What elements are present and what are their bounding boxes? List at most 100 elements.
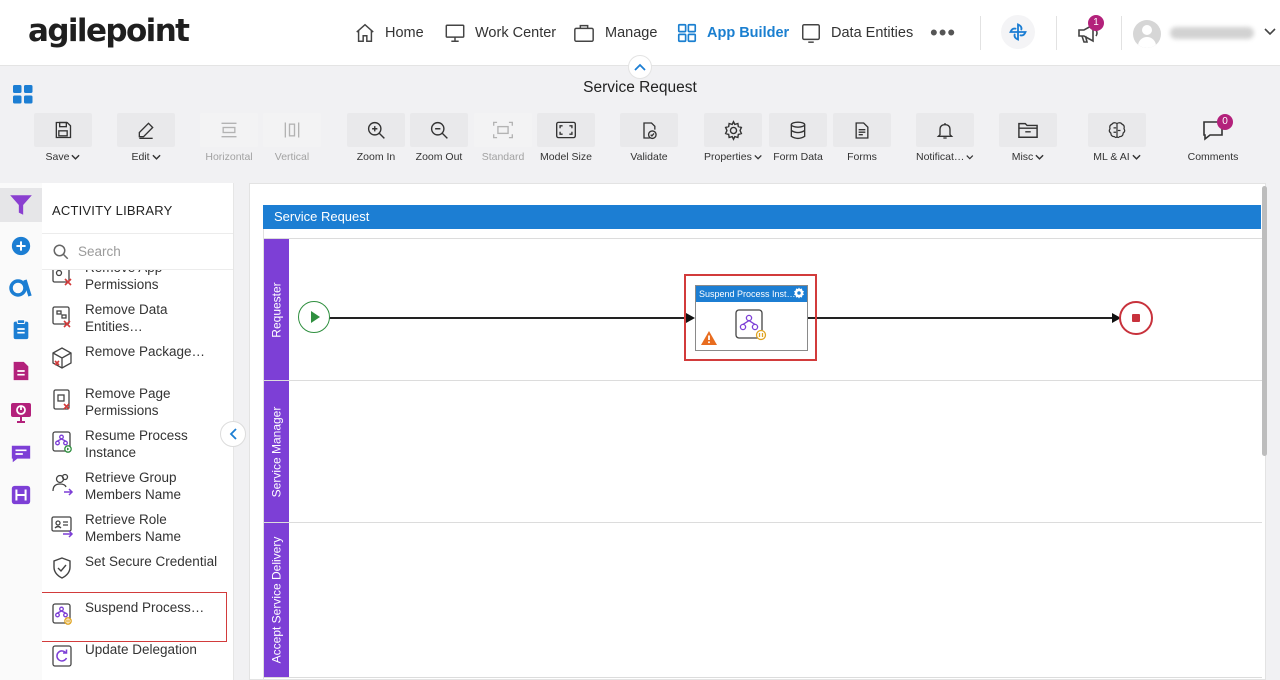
activity-label: Remove Data Entities… (85, 302, 168, 334)
collapse-header-button[interactable] (628, 55, 652, 79)
lane-label[interactable]: Service Manager (264, 381, 289, 522)
activity-retrieve-group-members-name[interactable]: Retrieve Group Members Name (42, 468, 233, 510)
gear-icon[interactable] (793, 287, 805, 299)
chevron-down-icon (754, 154, 762, 160)
activity-label: Remove Page Permissions (85, 386, 171, 418)
nav-work-center[interactable]: Work Center (444, 20, 556, 46)
form-document-icon (855, 121, 869, 139)
gear-icon (724, 119, 742, 141)
toolbar-horizontal-button[interactable]: Horizontal (200, 113, 258, 163)
activity-label: Retrieve Role Members Name (85, 512, 182, 544)
message-icon (11, 445, 31, 463)
activity-remove-data-entities[interactable]: Remove Data Entities… (42, 300, 233, 342)
rail-reports[interactable] (0, 395, 42, 429)
chevron-left-icon (229, 428, 237, 440)
rail-integration[interactable] (0, 478, 42, 512)
activity-search-box[interactable] (42, 233, 233, 270)
toolbar-standard-label: Standard (481, 151, 525, 163)
rail-messages[interactable] (0, 437, 42, 471)
toolbar-model-size-button[interactable]: Model Size (537, 113, 595, 163)
nav-app-builder[interactable]: App Builder (676, 20, 789, 46)
update-delegation-icon (52, 645, 72, 667)
toolbar-properties-button[interactable]: Properties (704, 113, 762, 163)
chevron-down-icon[interactable] (1264, 27, 1276, 37)
activity-set-secure-credential[interactable]: Set Secure Credential (42, 552, 233, 594)
lane-service-manager[interactable]: Service Manager (264, 381, 1262, 523)
toolbar-form-data-button[interactable]: Form Data (769, 113, 827, 163)
rail-activity-library[interactable] (0, 188, 42, 222)
toolbar-zoom-out-button[interactable]: Zoom Out (410, 113, 468, 163)
toolbar-model-size-label: Model Size (540, 151, 592, 163)
activity-label: Remove Package… (85, 344, 206, 359)
retrieve-group-members-icon (52, 473, 74, 496)
validate-icon (643, 121, 657, 139)
funnel-icon (10, 195, 32, 215)
rail-add[interactable] (0, 229, 42, 263)
secure-credential-icon (53, 557, 71, 579)
notification-badge: 1 (1088, 15, 1104, 31)
document-icon (13, 361, 29, 381)
presentation-chart-icon (11, 403, 31, 423)
bell-icon (936, 122, 954, 139)
toolbar-comments-button[interactable]: Comments (1184, 113, 1242, 163)
toolbar-validate-label: Validate (630, 151, 668, 163)
rail-agilepoint[interactable] (0, 270, 42, 304)
process-model-canvas[interactable]: Service Request Requester Service Manage… (249, 183, 1266, 680)
activity-resume-process-instance[interactable]: Resume Process Instance (42, 426, 233, 468)
toolbar-ml-ai-button[interactable]: ML & AI (1088, 113, 1146, 163)
activity-remove-package[interactable]: Remove Package… (42, 342, 233, 384)
nav-home[interactable]: Home (354, 20, 424, 46)
lane-label[interactable]: Accept Service Delivery (264, 523, 289, 677)
canvas-scrollbar[interactable] (1262, 186, 1267, 456)
activity-label: Suspend Process… (85, 600, 205, 615)
toolbar-notifications-button[interactable]: Notificat… (916, 113, 974, 163)
user-avatar[interactable] (1133, 20, 1161, 48)
start-event[interactable] (298, 301, 330, 333)
ai-assistant-button[interactable] (1001, 15, 1035, 49)
end-event[interactable] (1119, 301, 1153, 335)
square-icon (802, 24, 820, 43)
pinwheel-icon (1009, 23, 1027, 41)
suspend-process-task[interactable]: Suspend Process Inst… (695, 285, 808, 351)
activity-remove-app-permissions[interactable]: Remove App Permissions (42, 270, 233, 300)
nav-app-builder-label: App Builder (707, 25, 790, 41)
pool-header[interactable]: Service Request (263, 205, 1261, 229)
toolbar-forms-button[interactable]: Forms (833, 113, 891, 163)
toolbar-validate-button[interactable]: Validate (620, 113, 678, 163)
toolbar-save-button[interactable]: Save (34, 113, 92, 163)
save-icon (55, 121, 72, 139)
activity-retrieve-role-members-name[interactable]: Retrieve Role Members Name (42, 510, 233, 552)
lane-accept-service-delivery[interactable]: Accept Service Delivery (264, 523, 1262, 678)
warning-icon[interactable] (701, 331, 717, 345)
announcements-button[interactable]: 1 (1076, 15, 1104, 49)
toolbar-zoom-in-button[interactable]: Zoom In (347, 113, 405, 163)
activity-update-delegation[interactable]: Update Delegation (42, 640, 233, 680)
toolbar-misc-button[interactable]: Misc (999, 113, 1057, 163)
sequence-flow[interactable] (808, 317, 1115, 319)
nav-divider (980, 16, 981, 50)
sequence-flow[interactable] (329, 317, 689, 319)
toolbar-vertical-button[interactable]: Vertical (263, 113, 321, 163)
toolbar-standard-button[interactable]: Standard (474, 113, 532, 163)
activity-suspend-process[interactable]: Suspend Process… (42, 592, 227, 642)
nav-data-entities[interactable]: Data Entities (800, 20, 913, 46)
activity-label: Remove App Permissions (85, 270, 162, 292)
collapse-library-button[interactable] (220, 421, 246, 447)
activity-label: Retrieve Group Members Name (85, 470, 182, 502)
lane-label[interactable]: Requester (264, 239, 289, 380)
rail-tasks[interactable] (0, 312, 42, 346)
agilepoint-mark-icon (9, 279, 32, 297)
page-title: Service Request (583, 79, 697, 96)
activity-search-input[interactable] (78, 244, 218, 259)
nav-more-button[interactable]: ••• (930, 22, 956, 44)
horizontal-layout-icon (221, 122, 237, 138)
chevron-down-icon (1035, 154, 1044, 160)
chevron-down-icon (151, 154, 161, 160)
nav-divider (1121, 16, 1122, 50)
activity-library-title: ACTIVITY LIBRARY (52, 203, 173, 218)
toolbar-edit-button[interactable]: Edit (117, 113, 175, 163)
rail-documents[interactable] (0, 354, 42, 388)
agilepoint-logo[interactable]: agilepoint (28, 13, 190, 49)
activity-remove-page-permissions[interactable]: Remove Page Permissions (42, 384, 233, 426)
nav-manage[interactable]: Manage (572, 20, 657, 46)
